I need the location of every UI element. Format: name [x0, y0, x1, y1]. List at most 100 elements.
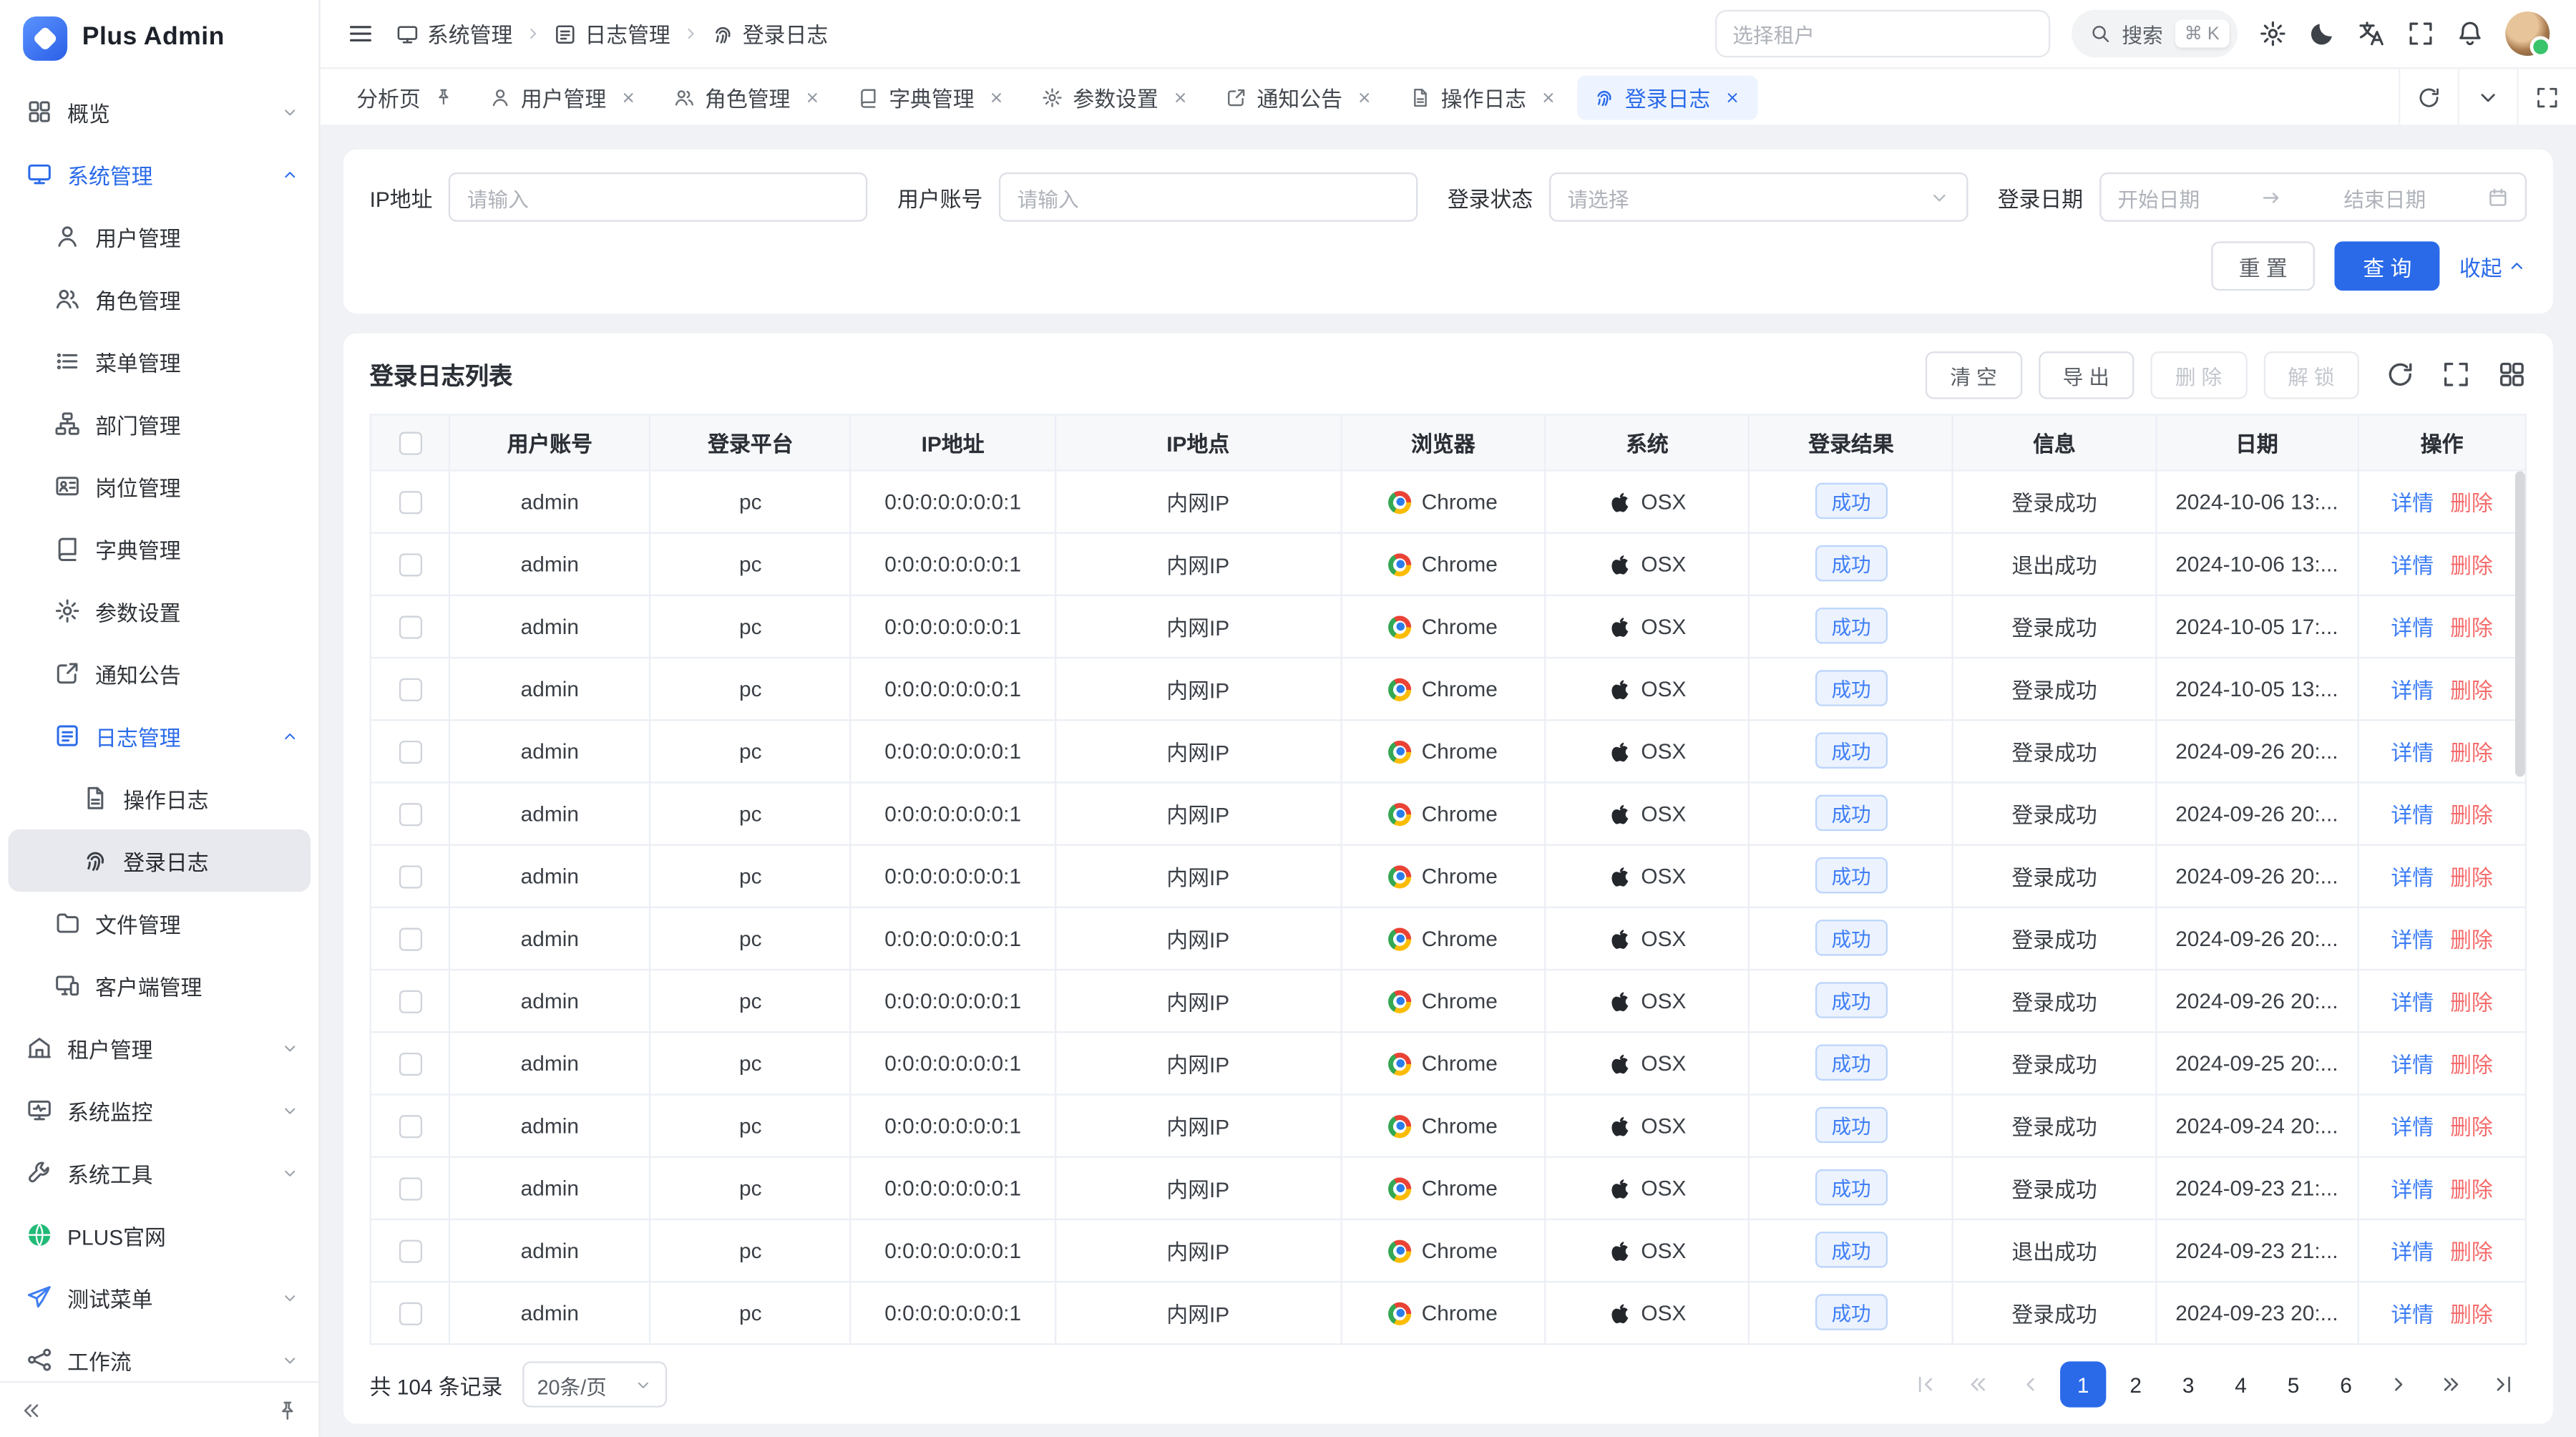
tab-3[interactable]: 字典管理: [841, 74, 1023, 119]
dark-mode-icon[interactable]: [2308, 20, 2336, 48]
detail-link[interactable]: 详情: [2391, 740, 2434, 764]
next-page-button[interactable]: [2376, 1361, 2421, 1407]
sidebar-pin-icon[interactable]: [276, 1398, 299, 1421]
table-fullscreen-icon[interactable]: [2441, 360, 2471, 389]
detail-link[interactable]: 详情: [2391, 1239, 2434, 1263]
tab-7[interactable]: 登录日志: [1577, 74, 1758, 119]
delete-link[interactable]: 删除: [2450, 1052, 2493, 1076]
refresh-table-icon[interactable]: [2386, 360, 2415, 389]
delete-link[interactable]: 删除: [2450, 1177, 2493, 1201]
sidebar-item-12[interactable]: 登录日志: [8, 829, 310, 892]
row-checkbox[interactable]: [399, 990, 421, 1013]
row-checkbox[interactable]: [399, 803, 421, 826]
sidebar-item-11[interactable]: 操作日志: [0, 767, 318, 829]
sidebar-item-18[interactable]: PLUS官网: [0, 1204, 318, 1266]
sidebar-item-5[interactable]: 部门管理: [0, 392, 318, 454]
row-checkbox[interactable]: [399, 865, 421, 888]
row-checkbox[interactable]: [399, 1302, 421, 1325]
sidebar-item-10[interactable]: 日志管理: [0, 704, 318, 766]
breadcrumb-item-0[interactable]: 系统管理: [396, 18, 512, 49]
row-checkbox[interactable]: [399, 678, 421, 701]
page-size-select[interactable]: 20条/页: [522, 1361, 667, 1407]
detail-link[interactable]: 详情: [2391, 552, 2434, 577]
collapse-filter-link[interactable]: 收起: [2459, 250, 2527, 282]
detail-link[interactable]: 详情: [2391, 802, 2434, 827]
close-icon[interactable]: [987, 88, 1005, 106]
filter-select-2[interactable]: 请选择: [1549, 172, 1968, 222]
filter-input-1[interactable]: 请输入: [999, 172, 1418, 222]
app-logo[interactable]: Plus Admin: [0, 0, 318, 76]
tab-6[interactable]: 操作日志: [1393, 74, 1574, 119]
sidebar-item-4[interactable]: 菜单管理: [0, 330, 318, 392]
tab-2[interactable]: 角色管理: [657, 74, 838, 119]
close-icon[interactable]: [804, 88, 821, 106]
toolbar-button-3[interactable]: 解 锁: [2263, 351, 2359, 399]
page-6-button[interactable]: 6: [2323, 1361, 2368, 1407]
hamburger-menu-icon[interactable]: [346, 20, 374, 48]
detail-link[interactable]: 详情: [2391, 1177, 2434, 1201]
delete-link[interactable]: 删除: [2450, 1114, 2493, 1139]
tab-1[interactable]: 用户管理: [473, 74, 654, 119]
page-4-button[interactable]: 4: [2218, 1361, 2263, 1407]
sidebar-item-14[interactable]: 客户端管理: [0, 954, 318, 1016]
close-icon[interactable]: [1540, 88, 1558, 106]
refresh-tab-button[interactable]: [2399, 69, 2458, 125]
delete-link[interactable]: 删除: [2450, 552, 2493, 577]
last-page-button[interactable]: [2481, 1361, 2527, 1407]
delete-link[interactable]: 删除: [2450, 490, 2493, 515]
row-checkbox[interactable]: [399, 615, 421, 638]
reset-button[interactable]: 重 置: [2211, 241, 2316, 291]
delete-link[interactable]: 删除: [2450, 990, 2493, 1014]
first-page-button[interactable]: [1903, 1361, 1948, 1407]
detail-link[interactable]: 详情: [2391, 490, 2434, 515]
tab-menu-button[interactable]: [2458, 69, 2517, 125]
fullscreen-icon[interactable]: [2406, 20, 2434, 48]
detail-link[interactable]: 详情: [2391, 990, 2434, 1014]
notification-bell-icon[interactable]: [2456, 20, 2484, 48]
delete-link[interactable]: 删除: [2450, 1302, 2493, 1326]
next-5-pages-button[interactable]: [2428, 1361, 2474, 1407]
delete-link[interactable]: 删除: [2450, 802, 2493, 827]
prev-page-button[interactable]: [2008, 1361, 2054, 1407]
global-search[interactable]: 搜索 ⌘ K: [2071, 10, 2238, 58]
sidebar-item-6[interactable]: 岗位管理: [0, 455, 318, 517]
vertical-scrollbar[interactable]: [2515, 472, 2525, 777]
sidebar-item-16[interactable]: 系统监控: [0, 1079, 318, 1141]
row-checkbox[interactable]: [399, 491, 421, 514]
delete-link[interactable]: 删除: [2450, 864, 2493, 889]
settings-gear-icon[interactable]: [2259, 20, 2287, 48]
query-button[interactable]: 查 询: [2335, 241, 2439, 291]
user-avatar[interactable]: [2505, 11, 2550, 56]
breadcrumb-item-2[interactable]: 登录日志: [711, 18, 828, 49]
content-fullscreen-button[interactable]: [2517, 69, 2576, 125]
close-icon[interactable]: [1724, 88, 1742, 106]
page-3-button[interactable]: 3: [2165, 1361, 2211, 1407]
toolbar-button-1[interactable]: 导 出: [2038, 351, 2134, 399]
detail-link[interactable]: 详情: [2391, 864, 2434, 889]
row-checkbox[interactable]: [399, 740, 421, 763]
delete-link[interactable]: 删除: [2450, 615, 2493, 639]
row-checkbox[interactable]: [399, 553, 421, 576]
column-settings-icon[interactable]: [2497, 360, 2527, 389]
filter-input-0[interactable]: 请输入: [449, 172, 867, 222]
tab-4[interactable]: 参数设置: [1025, 74, 1206, 119]
sidebar-item-19[interactable]: 测试菜单: [0, 1266, 318, 1328]
detail-link[interactable]: 详情: [2391, 678, 2434, 702]
page-1-button[interactable]: 1: [2060, 1361, 2106, 1407]
row-checkbox[interactable]: [399, 927, 421, 950]
select-all-checkbox[interactable]: [399, 432, 421, 455]
pin-icon[interactable]: [434, 87, 454, 107]
sidebar-item-2[interactable]: 用户管理: [0, 205, 318, 268]
sidebar-item-20[interactable]: 工作流: [0, 1328, 318, 1380]
close-icon[interactable]: [1355, 88, 1373, 106]
row-checkbox[interactable]: [399, 1177, 421, 1200]
toolbar-button-0[interactable]: 清 空: [1926, 351, 2021, 399]
sidebar-item-1[interactable]: 系统管理: [0, 143, 318, 205]
sidebar-item-17[interactable]: 系统工具: [0, 1141, 318, 1204]
sidebar-item-3[interactable]: 角色管理: [0, 268, 318, 330]
page-5-button[interactable]: 5: [2270, 1361, 2316, 1407]
delete-link[interactable]: 删除: [2450, 1239, 2493, 1263]
tab-5[interactable]: 通知公告: [1209, 74, 1390, 119]
prev-5-pages-button[interactable]: [1955, 1361, 2001, 1407]
row-checkbox[interactable]: [399, 1052, 421, 1075]
